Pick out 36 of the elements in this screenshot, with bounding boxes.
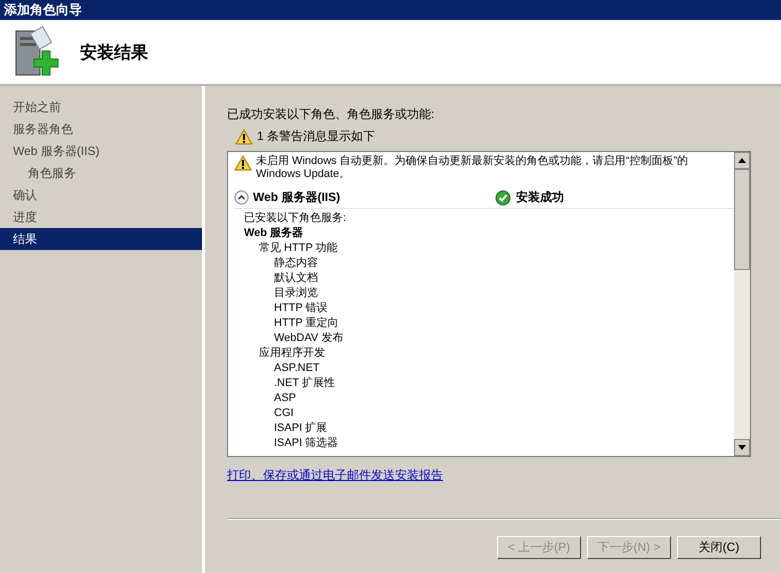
warning-count-text: 1 条警告消息显示如下 <box>257 128 376 145</box>
role-service-item: WebDAV 发布 <box>273 331 344 346</box>
success-check-icon <box>495 190 511 206</box>
role-service-item: .NET 扩展性 <box>273 376 336 391</box>
collapse-icon[interactable] <box>234 190 249 205</box>
role-service-item: 常见 HTTP 功能 <box>258 241 339 256</box>
warning-icon <box>235 128 253 144</box>
wizard-button[interactable]: 关闭(C) <box>677 536 761 559</box>
status-text: 安装成功 <box>516 189 564 206</box>
warning-icon <box>234 155 252 171</box>
role-service-item: CGI <box>273 406 295 421</box>
role-service-item: ASP.NET <box>273 361 321 376</box>
role-service-item: 应用程序开发 <box>258 346 326 361</box>
page-heading: 安装结果 <box>80 42 148 64</box>
wizard-step[interactable]: 角色服务 <box>0 162 202 184</box>
role-service-item: HTTP 重定向 <box>273 316 340 331</box>
role-service-item: 默认文档 <box>273 271 319 286</box>
report-link[interactable]: 打印、保存或通过电子邮件发送安装报告 <box>227 467 443 484</box>
wizard-step[interactable]: 结果 <box>0 228 202 250</box>
warning-message: 未启用 Windows 自动更新。为确保自动更新最新安装的角色或功能，请启用“控制面板”的 Windows Update。 <box>256 155 690 181</box>
role-service-item: 目录浏览 <box>273 286 319 301</box>
role-service-item: ISAPI 筛选器 <box>273 436 340 451</box>
role-service-item: ISAPI 扩展 <box>273 421 328 436</box>
role-service-item: 静态内容 <box>273 256 319 271</box>
role-service-item: ASP <box>273 391 298 406</box>
wizard-step[interactable]: 开始之前 <box>0 96 202 118</box>
role-service-item: HTTP 错误 <box>273 301 329 316</box>
subtitle-text: 已安装以下角色服务: <box>244 211 348 226</box>
window-title: 添加角色向导 <box>0 0 781 20</box>
intro-text: 已成功安装以下角色、角色服务或功能: <box>227 106 436 123</box>
wizard-step[interactable]: 服务器角色 <box>0 118 202 140</box>
wizard-step[interactable]: 进度 <box>0 206 202 228</box>
role-name: Web 服务器(IIS) <box>253 189 342 206</box>
wizard-step[interactable]: Web 服务器(IIS) <box>0 140 202 162</box>
wizard-step[interactable]: 确认 <box>0 184 202 206</box>
role-service-item: Web 服务器 <box>244 226 304 241</box>
